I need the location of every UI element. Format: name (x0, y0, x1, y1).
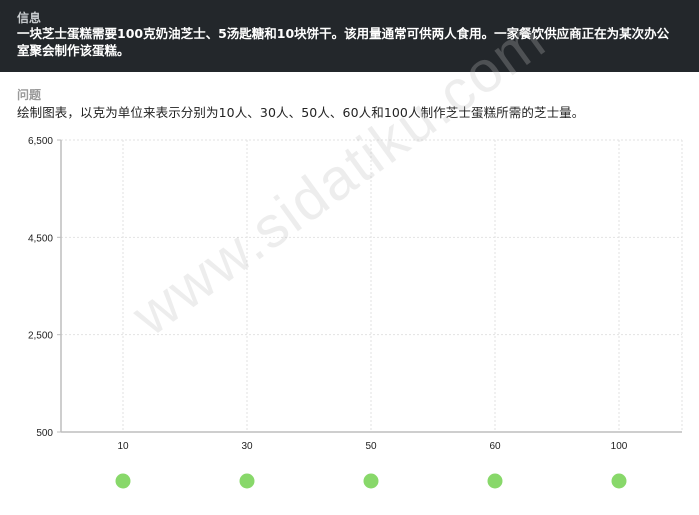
point-handle-10[interactable] (115, 473, 131, 489)
y-tick-label: 500 (36, 428, 53, 439)
x-tick-label: 30 (241, 441, 253, 452)
question-text: 绘制图表，以克为单位来表示分别为10人、30人、50人、60人和100人制作芝士… (17, 105, 585, 120)
info-heading: 信息 (17, 11, 42, 25)
x-tick-label: 50 (365, 441, 377, 452)
y-tick-label: 2,500 (28, 331, 53, 342)
y-tick-label: 4,500 (28, 233, 53, 244)
question-heading: 问题 (17, 88, 42, 102)
point-handle-60[interactable] (487, 473, 503, 489)
info-panel: 信息 一块芝士蛋糕需要100克奶油芝士、5汤匙糖和10块饼干。该用量通常可供两人… (0, 0, 699, 72)
y-tick-label: 6,500 (28, 136, 53, 147)
interactive-chart[interactable]: 500 2,500 4,500 6,500 10 30 50 60 100 (0, 130, 699, 515)
x-tick-label: 10 (117, 441, 129, 452)
info-text: 一块芝士蛋糕需要100克奶油芝士、5汤匙糖和10块饼干。该用量通常可供两人食用。… (17, 26, 670, 58)
x-tick-label: 100 (611, 441, 628, 452)
point-handle-50[interactable] (363, 473, 379, 489)
x-tick-label: 60 (489, 441, 501, 452)
point-handle-30[interactable] (239, 473, 255, 489)
point-handle-100[interactable] (611, 473, 627, 489)
